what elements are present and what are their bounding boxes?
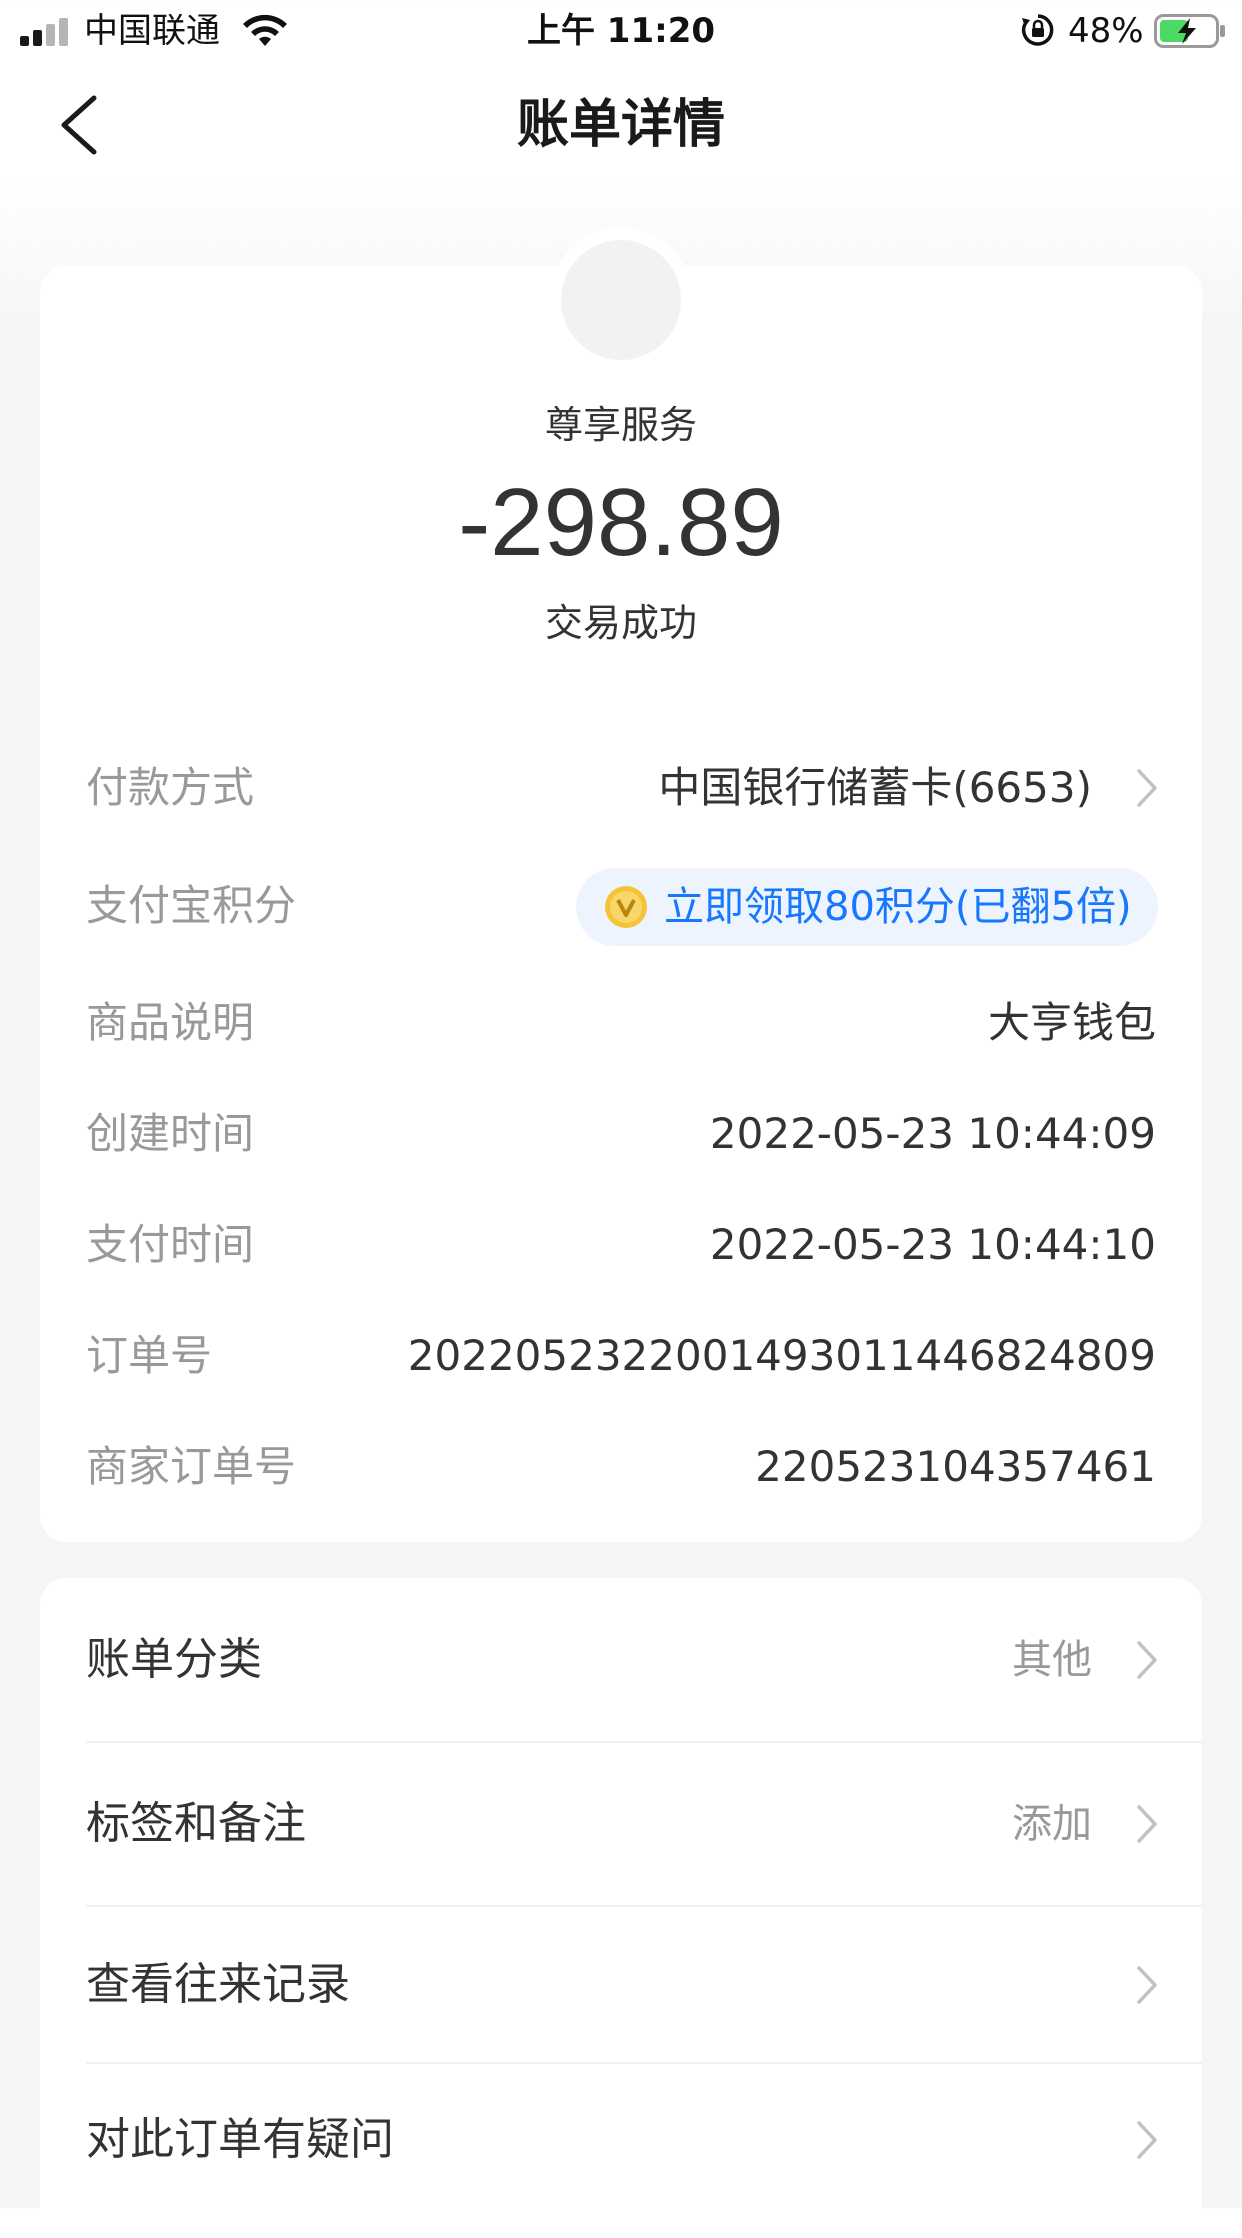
chevron-right-icon [1137, 1641, 1157, 1679]
signal-icon [20, 16, 72, 46]
transaction-status: 交易成功 [544, 601, 697, 645]
page-title: 账单详情 [516, 95, 725, 155]
chevron-right-icon[interactable] [1134, 767, 1160, 809]
order-number-label: 订单号 [86, 1331, 213, 1380]
merchant-order-number-label: 商家订单号 [86, 1442, 297, 1491]
chevron-right-icon [1137, 2121, 1157, 2159]
claim-points-text: 立即领取80积分(已翻5倍) [664, 884, 1132, 930]
battery-icon [1154, 14, 1225, 48]
merchant-name: 尊享服务 [544, 403, 697, 447]
points-label: 支付宝积分 [86, 881, 297, 930]
order-number-value: 2022052322001493011446824809 [407, 1331, 1156, 1380]
bill-category-value: 其他 [1012, 1637, 1092, 1683]
carrier-name: 中国联通 [84, 11, 220, 51]
claim-points-button[interactable]: 立即领取80积分(已翻5倍) [576, 868, 1158, 946]
merchant-avatar [561, 240, 681, 360]
order-question-label: 对此订单有疑问 [86, 2114, 394, 2165]
product-label: 商品说明 [86, 998, 255, 1047]
battery-percent: 48% [1068, 11, 1144, 51]
transaction-amount: -298.89 [458, 469, 784, 576]
chevron-right-icon [1137, 1805, 1157, 1843]
merchant-order-number-value: 220523104357461 [755, 1442, 1156, 1491]
view-history-row[interactable]: 查看往来记录 [40, 1907, 1202, 2063]
points-coin-icon [605, 886, 647, 928]
created-time-value: 2022-05-23 10:44:09 [709, 1109, 1156, 1158]
rotation-lock-icon [1021, 14, 1054, 46]
paid-time-label: 支付时间 [86, 1220, 255, 1269]
tags-notes-label: 标签和备注 [86, 1798, 306, 1849]
tags-notes-row[interactable]: 标签和备注 添加 [40, 1743, 1202, 1905]
created-time-label: 创建时间 [86, 1109, 255, 1158]
bill-category-row[interactable]: 账单分类 其他 [40, 1578, 1202, 1742]
payment-method-label: 付款方式 [86, 763, 255, 812]
payment-method-value[interactable]: 中国银行储蓄卡(6653) [658, 758, 1092, 818]
chevron-right-icon [1137, 1966, 1157, 2004]
nav-bar: 账单详情 [0, 70, 1242, 180]
view-history-label: 查看往来记录 [86, 1959, 350, 2010]
paid-time-value: 2022-05-23 10:44:10 [709, 1220, 1156, 1269]
status-bar: 中国联通 上午 11:20 48% [0, 0, 1242, 62]
bill-category-label: 账单分类 [86, 1634, 262, 1685]
tags-notes-value: 添加 [1012, 1801, 1092, 1847]
order-question-row[interactable]: 对此订单有疑问 [40, 2064, 1202, 2208]
wifi-icon [243, 14, 287, 46]
product-value: 大亨钱包 [987, 998, 1156, 1047]
